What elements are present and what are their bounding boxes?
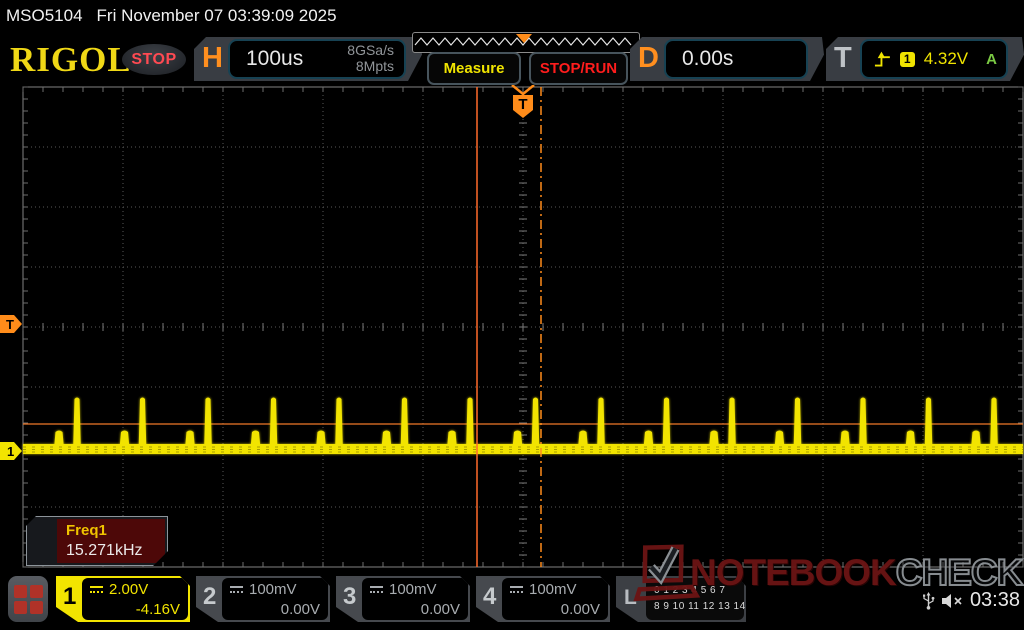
measure-label: Measure xyxy=(443,60,505,77)
waveform-display[interactable]: T T 1 xyxy=(0,85,1024,570)
stop-run-button[interactable]: STOP/RUN xyxy=(529,52,628,85)
stop-run-label: STOP/RUN xyxy=(539,60,618,77)
dc-coupling-icon xyxy=(89,585,104,595)
timebase-value: 100us xyxy=(246,47,304,70)
delay-label: D xyxy=(638,42,659,74)
delay-value: 0.00s xyxy=(682,47,734,70)
trigger-label: T xyxy=(834,42,852,74)
horizontal-settings[interactable]: H 100us 8GSa/s 8Mpts xyxy=(194,37,422,81)
channel-4-number: 4 xyxy=(483,583,497,610)
memory-depth: 8Mpts xyxy=(355,58,394,74)
svg-text:T: T xyxy=(518,96,527,113)
channel-2-offset: 0.00V xyxy=(280,601,320,618)
measurement-value: 15.271kHz xyxy=(66,542,143,559)
trigger-settings[interactable]: T 1 4.32V A xyxy=(826,37,1024,81)
measure-button[interactable]: Measure xyxy=(427,52,521,85)
datetime: Fri November 07 03:39:09 2025 xyxy=(96,6,337,25)
channel-2-number: 2 xyxy=(203,583,217,610)
run-state-label: STOP xyxy=(131,50,177,68)
status-bar: MSO5104 Fri November 07 03:39:09 2025 xyxy=(6,6,337,26)
measurement-name: Freq1 xyxy=(66,522,107,539)
tray-clock: 03:38 xyxy=(969,589,1020,611)
delay-box[interactable]: 0.00s xyxy=(664,39,808,79)
timebase-box[interactable]: 100us 8GSa/s 8Mpts xyxy=(228,39,406,79)
dc-coupling-icon xyxy=(369,585,384,595)
delay-settings[interactable]: D 0.00s xyxy=(630,37,824,81)
channel-3-values: 100mV 0.00V xyxy=(362,578,468,620)
trigger-mode: A xyxy=(986,50,997,68)
usb-icon xyxy=(922,591,935,610)
channel-4-values: 100mV 0.00V xyxy=(502,578,608,620)
channel-3-offset: 0.00V xyxy=(420,601,460,618)
logic-row-1: 0 1 2 3 4 5 6 7 xyxy=(654,585,726,596)
channel-2-values: 100mV 0.00V xyxy=(222,578,328,620)
channel-1-values: 2.00V -4.16V xyxy=(82,578,188,620)
logic-channel-list: 0 1 2 3 4 5 6 7 8 9 10 11 12 13 14 15 xyxy=(646,578,744,620)
acquisition-info: 8GSa/s 8Mpts xyxy=(347,43,404,74)
channel-3-scale: 100mV xyxy=(389,581,437,598)
svg-text:1: 1 xyxy=(7,444,14,459)
apps-grid-icon xyxy=(13,584,43,614)
measurement-box[interactable]: Freq1 15.271kHz xyxy=(26,516,168,566)
logic-channels-button[interactable]: L 0 1 2 3 4 5 6 7 8 9 10 11 12 13 14 15 xyxy=(616,576,746,622)
channel-3-number: 3 xyxy=(343,583,357,610)
logic-label: L xyxy=(624,586,637,609)
logic-row-2: 8 9 10 11 12 13 14 15 xyxy=(654,601,762,612)
run-state-indicator[interactable]: STOP xyxy=(122,44,186,75)
channel-4-offset: 0.00V xyxy=(560,601,600,618)
rising-edge-icon xyxy=(874,51,891,68)
channel-3-button[interactable]: 3 100mV 0.00V xyxy=(336,576,470,622)
trigger-level-value: 4.32V xyxy=(923,49,969,68)
apps-menu-button[interactable] xyxy=(8,576,48,622)
channel-4-scale: 100mV xyxy=(529,581,577,598)
channel-4-button[interactable]: 4 100mV 0.00V xyxy=(476,576,610,622)
sample-rate: 8GSa/s xyxy=(347,42,394,59)
memory-waveform-icon xyxy=(414,34,632,46)
model-name: MSO5104 xyxy=(6,6,83,25)
channel-1-number: 1 xyxy=(63,583,77,610)
trigger-box[interactable]: 1 4.32V A xyxy=(860,39,1008,79)
channel-1-scale: 2.00V xyxy=(109,581,149,598)
channel-1-offset: -4.16V xyxy=(135,601,180,618)
channel-1-button[interactable]: 1 2.00V -4.16V xyxy=(56,576,190,622)
measurement-panel: Freq1 15.271kHz xyxy=(57,519,165,563)
system-tray: 03:38 xyxy=(922,589,1020,612)
svg-text:T: T xyxy=(6,317,14,332)
sound-muted-icon xyxy=(941,593,962,608)
waveform-memory-bar[interactable] xyxy=(412,32,640,53)
rigol-logo: RIGOL xyxy=(10,40,132,79)
dc-coupling-icon xyxy=(229,585,244,595)
channel-2-button[interactable]: 2 100mV 0.00V xyxy=(196,576,330,622)
trigger-source-badge: 1 xyxy=(900,52,915,67)
horizontal-label: H xyxy=(202,42,223,74)
channel-2-scale: 100mV xyxy=(249,581,297,598)
oscilloscope-screen: MSO5104 Fri November 07 03:39:09 2025 RIG… xyxy=(0,0,1024,630)
dc-coupling-icon xyxy=(509,585,524,595)
